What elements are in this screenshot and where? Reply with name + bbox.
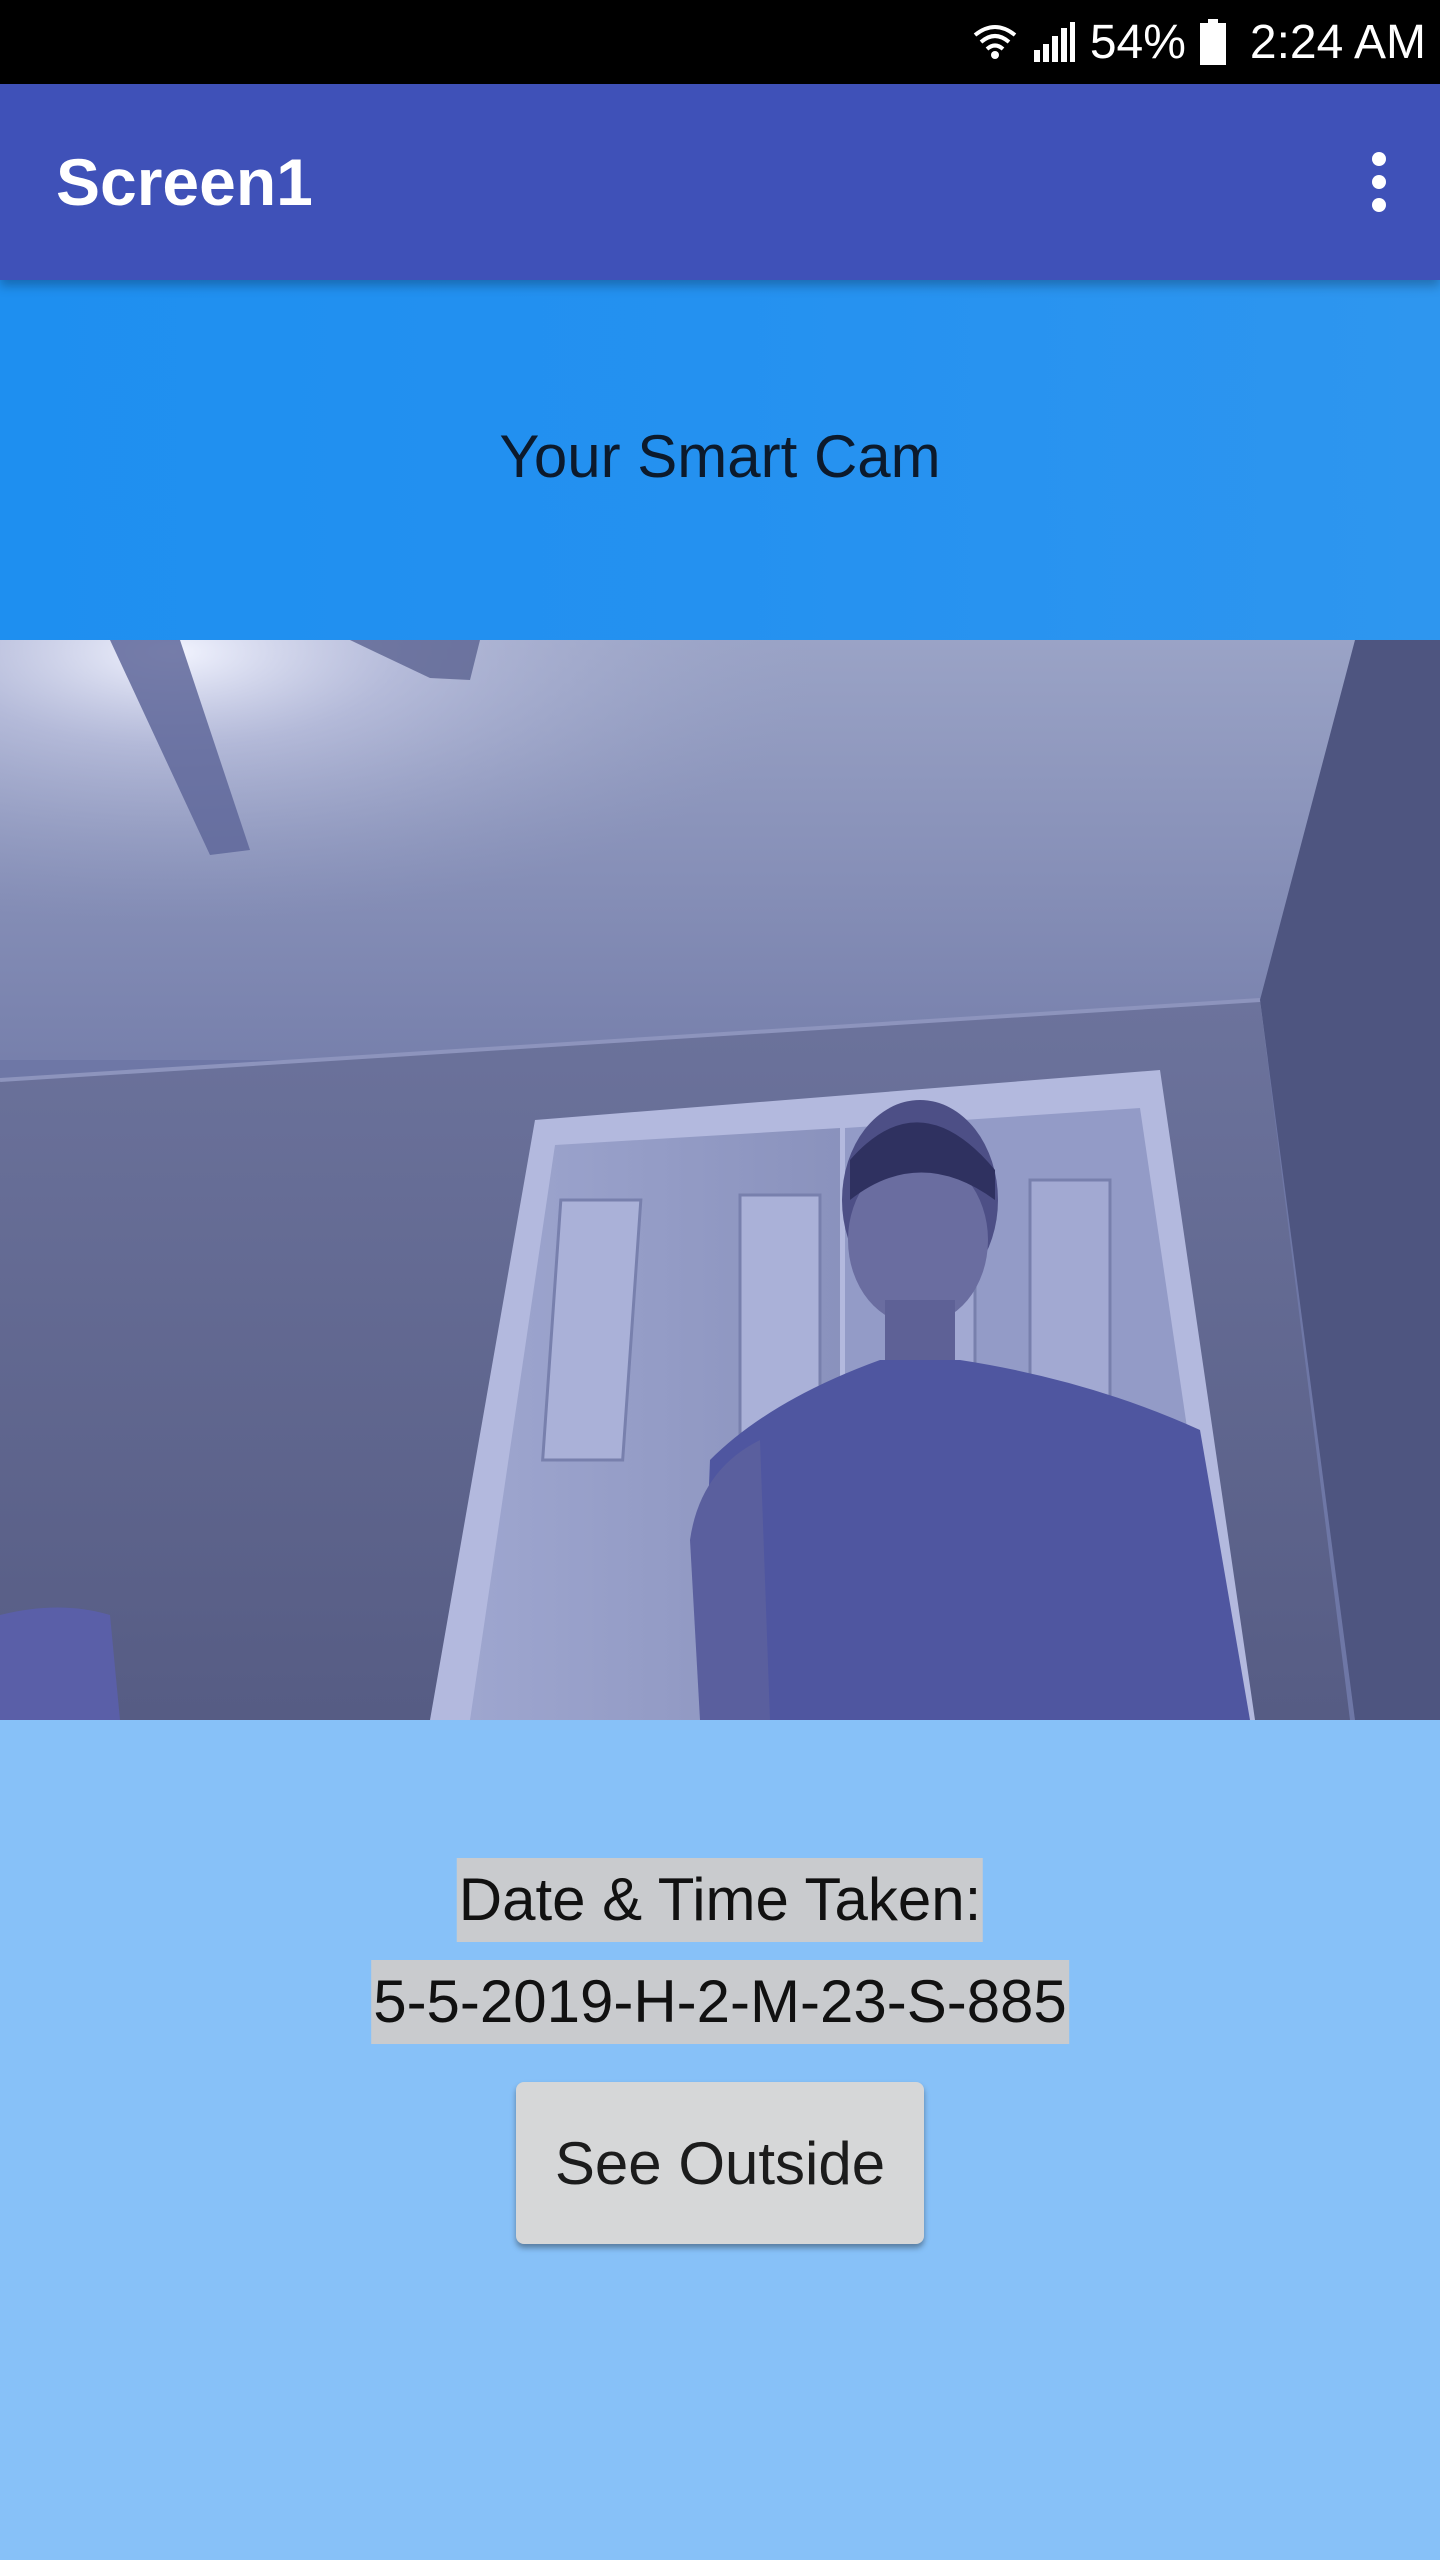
battery-icon xyxy=(1199,19,1226,65)
app-bar: Screen1 xyxy=(0,84,1440,280)
header-band: Your Smart Cam xyxy=(0,280,1440,640)
camera-photo xyxy=(0,640,1440,1720)
details-panel: Date & Time Taken: 5-5-2019-H-2-M-23-S-8… xyxy=(0,1720,1440,2560)
app-title: Screen1 xyxy=(56,145,313,219)
signal-icon xyxy=(1032,20,1076,64)
date-time-label: Date & Time Taken: xyxy=(456,1858,984,1942)
status-time: 2:24 AM xyxy=(1249,15,1426,69)
status-bar: 54% 2:24 AM xyxy=(0,0,1440,84)
overflow-menu-dot xyxy=(1372,175,1386,189)
battery-percent: 54% xyxy=(1089,15,1186,69)
overflow-menu-icon xyxy=(1372,152,1386,166)
wifi-icon xyxy=(972,19,1018,65)
overflow-menu-dot xyxy=(1372,198,1386,212)
see-outside-button[interactable]: See Outside xyxy=(516,2082,924,2244)
photo-illustration xyxy=(0,640,1440,1720)
date-time-value: 5-5-2019-H-2-M-23-S-885 xyxy=(371,1960,1069,2044)
overflow-menu-button[interactable] xyxy=(1354,142,1404,222)
header-title: Your Smart Cam xyxy=(499,422,941,490)
